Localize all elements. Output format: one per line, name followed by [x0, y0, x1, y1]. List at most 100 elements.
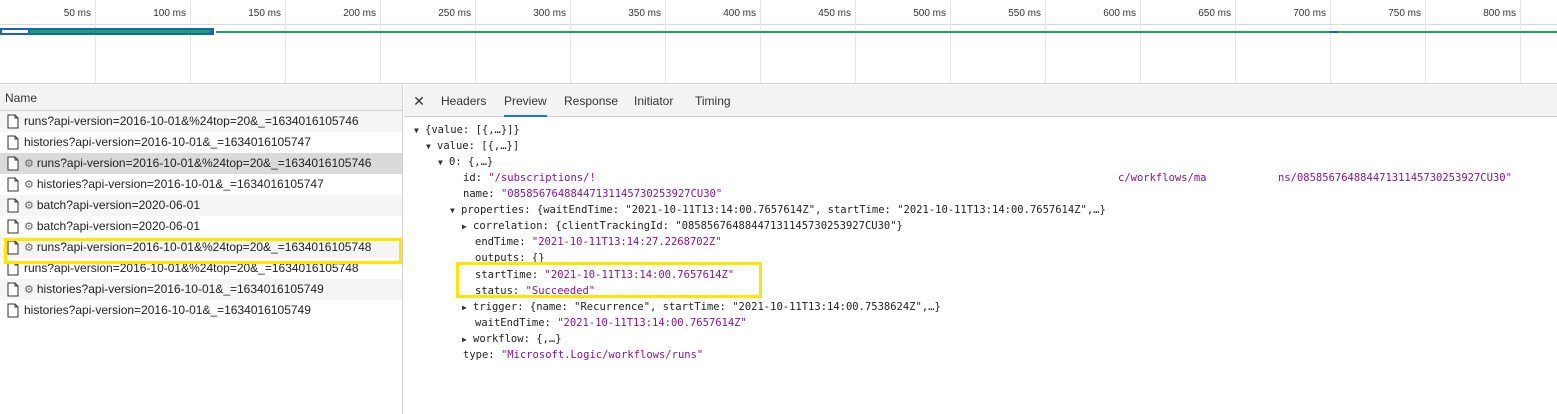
- timeline-divider: [0, 24, 1557, 25]
- timeline-gridline: [380, 0, 381, 83]
- timeline-gridline: [95, 0, 96, 83]
- request-row[interactable]: ⚙ runs?api-version=2016-10-01&%24top=20&_…: [0, 153, 402, 174]
- prop-correlation[interactable]: ▶ correlation: {clientTrackingId: "085856…: [462, 218, 903, 234]
- request-row[interactable]: ⚙ batch?api-version=2020-06-01: [0, 195, 402, 216]
- file-icon: [7, 156, 19, 171]
- timeline-gridline: [1425, 0, 1426, 83]
- prop-id-part: c/workflows/ma: [1118, 172, 1207, 184]
- prop-status: status: "Succeeded": [475, 285, 596, 297]
- timeline-gridline: [570, 0, 571, 83]
- timeline-tick-label: 50 ms: [63, 8, 91, 19]
- gear-icon: ⚙: [24, 179, 34, 191]
- prop-trigger[interactable]: ▶ trigger: {name: "Recurrence", startTime…: [462, 299, 941, 315]
- timeline-gridline: [1235, 0, 1236, 83]
- gear-icon: ⚙: [24, 284, 34, 296]
- details-tabbar: ✕ Headers Preview Response Initiator Tim…: [404, 85, 1557, 117]
- request-name: runs?api-version=2016-10-01&%24top=20&_=…: [36, 156, 372, 170]
- timeline-gridline: [1045, 0, 1046, 83]
- timeline-gridline: [1140, 0, 1141, 83]
- tab-initiator[interactable]: Initiator: [634, 85, 673, 117]
- timeline-tick-label: 100 ms: [153, 8, 186, 19]
- timeline-gridline: [1330, 0, 1331, 83]
- timeline-gridline: [475, 0, 476, 83]
- expanded-triangle-icon[interactable]: ▼: [450, 203, 461, 219]
- timeline-tick-label: 600 ms: [1103, 8, 1136, 19]
- request-row[interactable]: runs?api-version=2016-10-01&%24top=20&_=…: [0, 111, 402, 132]
- prop-workflow[interactable]: ▶ workflow: {,…}: [462, 331, 562, 347]
- close-icon[interactable]: ✕: [412, 93, 426, 110]
- request-row[interactable]: ⚙ runs?api-version=2016-10-01&%24top=20&_…: [0, 237, 402, 258]
- prop-endtime: endTime: "2021-10-11T13:14:27.2268702Z": [475, 236, 722, 248]
- request-row[interactable]: runs?api-version=2016-10-01&%24top=20&_=…: [0, 258, 402, 279]
- request-row[interactable]: ⚙ histories?api-version=2016-10-01&_=1634…: [0, 174, 402, 195]
- timeline-tick-label: 200 ms: [343, 8, 376, 19]
- request-row[interactable]: histories?api-version=2016-10-01&_=16340…: [0, 132, 402, 153]
- request-list: runs?api-version=2016-10-01&%24top=20&_=…: [0, 111, 402, 321]
- prop-starttime: startTime: "2021-10-11T13:14:00.7657614Z…: [475, 269, 735, 281]
- timeline-gridline: [190, 0, 191, 83]
- timeline-tick-label: 650 ms: [1198, 8, 1231, 19]
- timeline-gridline: [950, 0, 951, 83]
- collapsed-triangle-icon[interactable]: ▶: [462, 219, 473, 235]
- request-name: histories?api-version=2016-10-01&_=16340…: [24, 303, 311, 317]
- request-row[interactable]: ⚙ histories?api-version=2016-10-01&_=1634…: [0, 279, 402, 300]
- expanded-triangle-icon[interactable]: ▼: [438, 155, 449, 171]
- timeline-gridline: [760, 0, 761, 83]
- timeline-tick-label: 350 ms: [628, 8, 661, 19]
- timeline-gridline: [665, 0, 666, 83]
- timeline-tick-label: 750 ms: [1388, 8, 1421, 19]
- timeline-tick-label: 300 ms: [533, 8, 566, 19]
- timeline-tick-label: 400 ms: [723, 8, 756, 19]
- name-column-header[interactable]: Name: [0, 85, 402, 111]
- prop-id-tail: ns/08585676488447131145730253927CU30": [1278, 172, 1512, 184]
- file-icon: [7, 198, 19, 213]
- file-icon: [7, 114, 19, 129]
- tab-headers[interactable]: Headers: [441, 85, 486, 117]
- tab-response[interactable]: Response: [564, 85, 618, 117]
- request-row[interactable]: ⚙ batch?api-version=2020-06-01: [0, 216, 402, 237]
- timeline-tick-label: 550 ms: [1008, 8, 1041, 19]
- file-icon: [7, 219, 19, 234]
- file-icon: [7, 240, 19, 255]
- timeline-tick-label: 700 ms: [1293, 8, 1326, 19]
- request-name: runs?api-version=2016-10-01&%24top=20&_=…: [36, 240, 372, 254]
- tab-timing[interactable]: Timing: [695, 85, 731, 117]
- timeline-gridline: [285, 0, 286, 83]
- tab-preview[interactable]: Preview: [504, 85, 547, 117]
- tree-root[interactable]: ▼ {value: [{,…}]}: [414, 122, 520, 138]
- prop-type: type: "Microsoft.Logic/workflows/runs": [463, 349, 704, 361]
- timeline-tick-label: 250 ms: [438, 8, 471, 19]
- request-row[interactable]: histories?api-version=2016-10-01&_=16340…: [0, 300, 402, 321]
- gear-icon: ⚙: [24, 200, 34, 212]
- tree-value[interactable]: ▼ value: [{,…}]: [426, 138, 519, 154]
- request-name: histories?api-version=2016-10-01&_=16340…: [36, 282, 324, 296]
- file-icon: [7, 135, 19, 150]
- gear-icon: ⚙: [24, 158, 34, 170]
- timeline-bar-blue-small: [1330, 31, 1338, 33]
- request-name: batch?api-version=2020-06-01: [36, 219, 200, 233]
- request-name: runs?api-version=2016-10-01&%24top=20&_=…: [24, 261, 359, 275]
- prop-properties[interactable]: ▼ properties: {waitEndTime: "2021-10-11T1…: [450, 202, 1106, 218]
- tree-item-0[interactable]: ▼ 0: {,…}: [438, 154, 493, 170]
- timeline-bar-light: [2, 30, 28, 33]
- request-name: histories?api-version=2016-10-01&_=16340…: [36, 177, 324, 191]
- collapsed-triangle-icon[interactable]: ▶: [462, 332, 473, 348]
- prop-name: name: "08585676488447131145730253927CU30…: [463, 188, 723, 200]
- prop-waitendtime: waitEndTime: "2021-10-11T13:14:00.765761…: [475, 317, 747, 329]
- gear-icon: ⚙: [24, 221, 34, 233]
- json-preview-tree: ▼ {value: [{,…}]} ▼ value: [{,…}] ▼ 0: {,…}…: [404, 118, 1557, 414]
- expanded-triangle-icon[interactable]: ▼: [414, 123, 425, 139]
- request-name: runs?api-version=2016-10-01&%24top=20&_=…: [24, 114, 359, 128]
- file-icon: [7, 177, 19, 192]
- file-icon: [7, 261, 19, 276]
- timeline-tick-label: 450 ms: [818, 8, 851, 19]
- file-icon: [7, 282, 19, 297]
- timeline-tick-label: 500 ms: [913, 8, 946, 19]
- collapsed-triangle-icon[interactable]: ▶: [462, 300, 473, 316]
- timeline-tick-label: 800 ms: [1483, 8, 1516, 19]
- timeline-bar-green: [30, 30, 210, 33]
- network-timeline[interactable]: 50 ms 100 ms 150 ms 200 ms 250 ms 300 ms 350 m…: [0, 0, 1557, 84]
- expanded-triangle-icon[interactable]: ▼: [426, 139, 437, 155]
- timeline-gridline: [855, 0, 856, 83]
- request-list-pane: Name runs?api-version=2016-10-01&%24top=…: [0, 85, 403, 414]
